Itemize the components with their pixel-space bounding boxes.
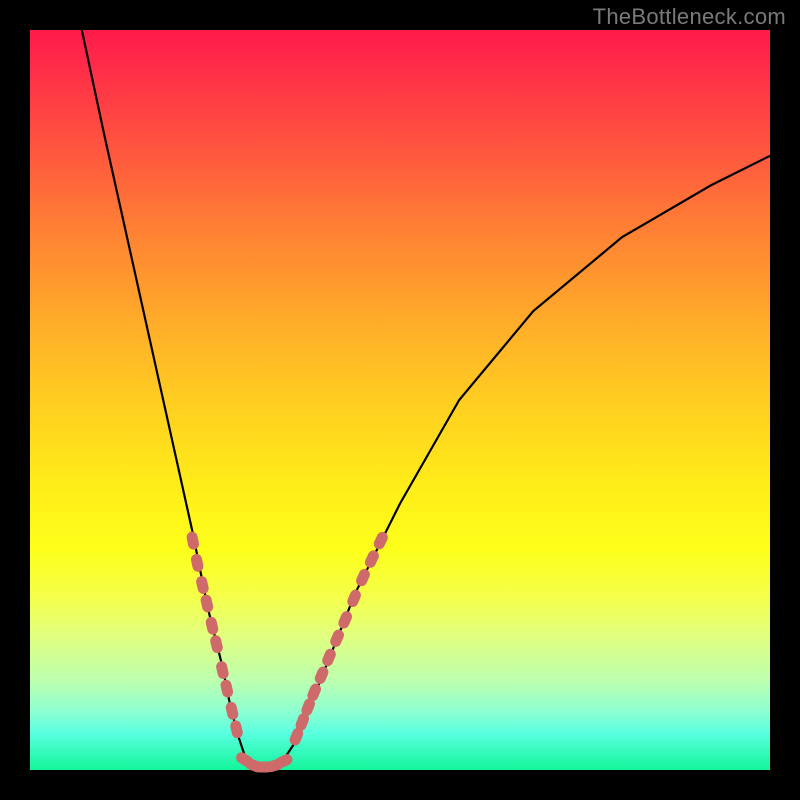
data-point-left <box>190 553 205 573</box>
data-point-left <box>195 575 210 595</box>
data-point-right <box>363 549 381 570</box>
chart-plot-area <box>30 30 770 770</box>
data-point-left <box>219 679 234 699</box>
data-point-left <box>225 701 240 721</box>
data-point-right <box>320 647 337 668</box>
data-point-left <box>209 634 224 654</box>
data-point-left <box>205 616 220 636</box>
data-point-left <box>229 719 244 739</box>
chart-svg <box>30 30 770 770</box>
data-point-left <box>215 660 230 680</box>
data-point-right <box>346 588 363 609</box>
data-point-right <box>372 530 390 551</box>
data-point-left <box>186 531 200 551</box>
watermark-text: TheBottleneck.com <box>593 4 786 30</box>
bottleneck-curve <box>82 30 770 770</box>
data-point-right <box>328 628 345 649</box>
data-point-right <box>337 609 354 630</box>
data-point-right <box>354 567 371 588</box>
data-point-left <box>199 593 214 613</box>
data-point-right <box>313 665 330 686</box>
